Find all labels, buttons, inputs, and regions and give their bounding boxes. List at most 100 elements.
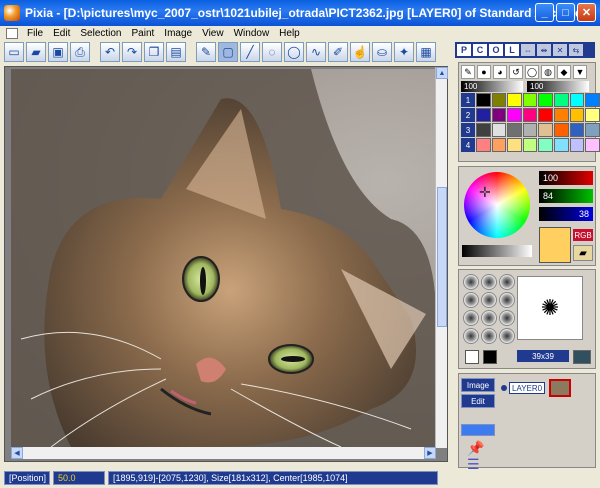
undo-icon[interactable]: ↶ xyxy=(100,42,120,62)
menu-paint[interactable]: Paint xyxy=(127,28,160,39)
lasso-icon[interactable]: ◌ xyxy=(262,42,282,62)
brush-size-label[interactable]: 39x39 xyxy=(517,350,569,362)
dot-tool-icon[interactable]: ● xyxy=(477,65,491,79)
green-slider[interactable]: 84 xyxy=(539,189,593,203)
current-color-swatch[interactable] xyxy=(539,227,571,263)
paste-icon[interactable]: ▤ xyxy=(166,42,186,62)
open-folder-icon[interactable]: ▰ xyxy=(26,42,46,62)
layer-name[interactable]: LAYER0 xyxy=(509,382,546,394)
curve-icon[interactable]: ∿ xyxy=(306,42,326,62)
scroll-left-icon[interactable]: ◀ xyxy=(11,447,23,459)
brush-preset[interactable] xyxy=(463,310,479,326)
color-swatch[interactable] xyxy=(538,138,553,152)
new-file-icon[interactable]: ▭ xyxy=(4,42,24,62)
vertical-scrollbar[interactable]: ▲ xyxy=(435,67,448,448)
print-icon[interactable]: ⎙ xyxy=(70,42,90,62)
vertical-scroll-thumb[interactable] xyxy=(437,187,447,327)
color-swatch[interactable] xyxy=(507,138,522,152)
line-icon[interactable]: ╱ xyxy=(240,42,260,62)
arrange-panels-icon[interactable]: ⇆ xyxy=(569,44,583,56)
layer-visible-icon[interactable] xyxy=(501,385,507,391)
color-swatch[interactable] xyxy=(553,108,569,122)
color-swatch[interactable] xyxy=(569,93,585,107)
brush-preset[interactable] xyxy=(463,328,479,344)
color-swatch[interactable] xyxy=(569,123,585,137)
document-icon[interactable] xyxy=(6,27,18,39)
color-swatch[interactable] xyxy=(476,108,491,122)
menu-edit[interactable]: Edit xyxy=(48,28,75,39)
color-swatch[interactable] xyxy=(507,123,522,137)
tab-c[interactable]: C xyxy=(473,44,487,56)
menu-window[interactable]: Window xyxy=(229,28,275,39)
color-swatch[interactable] xyxy=(476,138,491,152)
brush-preset[interactable] xyxy=(481,328,497,344)
color-swatch[interactable] xyxy=(522,123,538,137)
menu-help[interactable]: Help xyxy=(274,28,305,39)
color-swatch[interactable] xyxy=(585,123,600,137)
color-swatch[interactable] xyxy=(522,93,538,107)
menu-view[interactable]: View xyxy=(197,28,229,39)
color-swatch[interactable] xyxy=(585,93,600,107)
eraser-icon[interactable]: ✎ xyxy=(196,42,216,62)
color-swatch[interactable] xyxy=(507,93,522,107)
menu-selection[interactable]: Selection xyxy=(75,28,126,39)
brush-preset[interactable] xyxy=(481,310,497,326)
scroll-right-icon[interactable]: ▶ xyxy=(424,447,436,459)
color-swatch[interactable] xyxy=(585,108,600,122)
bucket-icon[interactable]: ⛀ xyxy=(372,42,392,62)
stamp-tool-icon[interactable]: ◆ xyxy=(557,65,571,79)
airbrush-tool-icon[interactable]: ◍ xyxy=(541,65,555,79)
palette-row-number[interactable]: 4 xyxy=(461,138,475,152)
color-swatch[interactable] xyxy=(538,93,553,107)
fill-tool-icon[interactable]: ◕ xyxy=(493,65,507,79)
horizontal-scrollbar[interactable]: ◀ ▶ xyxy=(11,447,436,459)
dropdown-icon[interactable]: ▼ xyxy=(573,65,587,79)
color-swatch[interactable] xyxy=(569,138,585,152)
brush-preset[interactable] xyxy=(499,328,515,344)
folder-icon[interactable]: ▰ xyxy=(573,245,593,261)
brush-preset[interactable] xyxy=(463,292,479,308)
blur-tool-icon[interactable]: ◯ xyxy=(525,65,539,79)
white-color-box[interactable] xyxy=(465,350,479,364)
color-swatch[interactable] xyxy=(538,123,553,137)
menu-image[interactable]: Image xyxy=(159,28,197,39)
close-button[interactable]: ✕ xyxy=(577,3,596,22)
color-swatch[interactable] xyxy=(585,138,600,152)
brush-preset[interactable] xyxy=(499,310,515,326)
color-swatch[interactable] xyxy=(491,108,507,122)
layer-blend-button[interactable] xyxy=(461,424,495,436)
cat-photo[interactable] xyxy=(11,69,436,447)
brush-preset[interactable] xyxy=(463,274,479,290)
color-swatch[interactable] xyxy=(491,93,507,107)
pattern-icon[interactable]: ▦ xyxy=(416,42,436,62)
blue-slider[interactable]: 38 xyxy=(539,207,593,221)
brush-preset[interactable] xyxy=(481,292,497,308)
smudge-icon[interactable]: ☝ xyxy=(350,42,370,62)
save-icon[interactable]: ▣ xyxy=(48,42,68,62)
color-swatch[interactable] xyxy=(522,108,538,122)
color-swatch[interactable] xyxy=(553,138,569,152)
brush-preset[interactable] xyxy=(499,292,515,308)
redo-icon[interactable]: ↷ xyxy=(122,42,142,62)
zoom-value[interactable]: 50.0 xyxy=(53,471,105,485)
color-swatch[interactable] xyxy=(553,93,569,107)
color-swatch[interactable] xyxy=(522,138,538,152)
shrink-panels-icon[interactable]: ⇔ xyxy=(521,44,535,56)
color-swatch[interactable] xyxy=(507,108,522,122)
close-panels-icon[interactable]: ✕ xyxy=(553,44,567,56)
color-swatch[interactable] xyxy=(476,123,491,137)
palette-row-number[interactable]: 2 xyxy=(461,108,475,122)
palette-row-number[interactable]: 1 xyxy=(461,93,475,107)
menu-file[interactable]: File xyxy=(22,28,48,39)
scroll-up-icon[interactable]: ▲ xyxy=(436,67,448,79)
opacity-field[interactable]: 100 xyxy=(461,81,523,92)
layer-thumbnail[interactable] xyxy=(549,379,572,397)
layer-list-icon[interactable]: ☰ xyxy=(467,456,480,473)
red-slider[interactable]: 100 xyxy=(539,171,593,185)
size-field[interactable]: 100 xyxy=(527,81,589,92)
ellipse-select-icon[interactable]: ◯ xyxy=(284,42,304,62)
pin-icon[interactable]: 📌 xyxy=(467,440,484,457)
color-swatch[interactable] xyxy=(476,93,491,107)
color-swatch[interactable] xyxy=(569,108,585,122)
color-swatch[interactable] xyxy=(491,123,507,137)
